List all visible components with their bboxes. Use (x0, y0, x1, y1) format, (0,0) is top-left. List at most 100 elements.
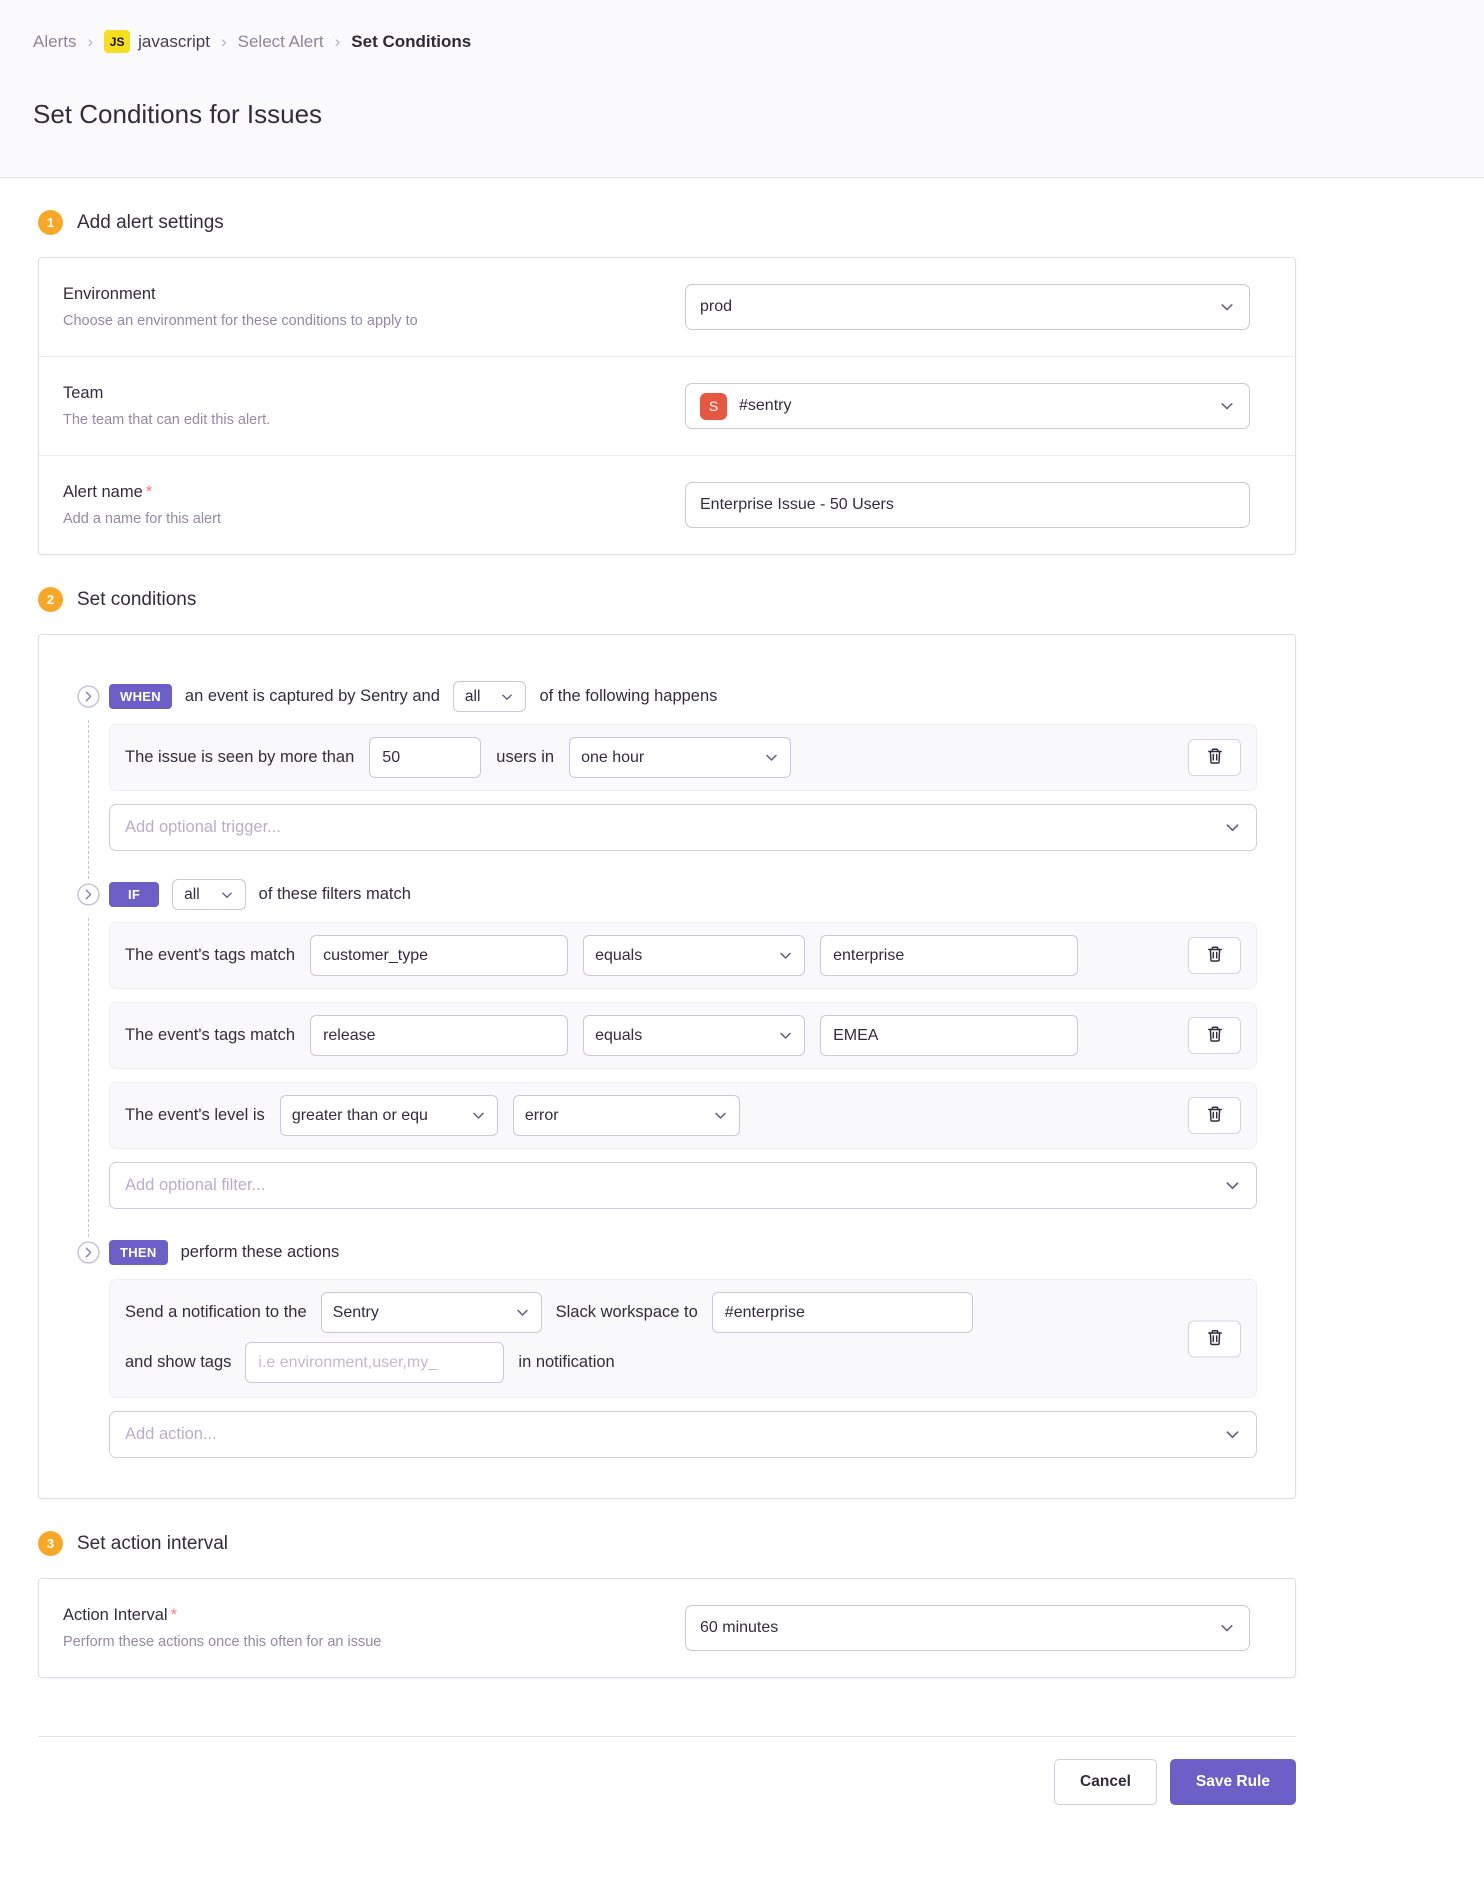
footer-actions: Cancel Save Rule (38, 1759, 1296, 1805)
level-operator-value: greater than or equ (292, 1107, 428, 1125)
trash-icon (1206, 1105, 1224, 1126)
action-interval-row-text: Action Interval* Perform these actions o… (63, 1606, 685, 1650)
team-help: The team that can edit this alert. (63, 412, 645, 428)
condition-text: users in (496, 748, 554, 767)
team-select-value: #sentry (739, 397, 791, 415)
chevron-down-icon (1224, 1426, 1241, 1443)
step-connector-line (88, 720, 89, 879)
required-asterisk: * (171, 1606, 177, 1624)
delete-condition-button[interactable] (1188, 739, 1241, 776)
delete-filter-button[interactable] (1188, 1097, 1241, 1134)
chevron-down-icon (500, 690, 514, 704)
tag-value-input[interactable] (820, 935, 1078, 976)
action-text: Slack workspace to (556, 1303, 698, 1322)
filter-text: The event's level is (125, 1106, 265, 1125)
team-label: Team (63, 384, 645, 403)
team-select[interactable]: S #sentry (685, 383, 1250, 429)
tag-key-input[interactable] (310, 1015, 568, 1056)
tag-value-input[interactable] (820, 1015, 1078, 1056)
when-heading: WHEN an event is captured by Sentry and … (109, 681, 1257, 712)
condition-text: The issue is seen by more than (125, 748, 354, 767)
action-line-1: Send a notification to the Sentry Slack … (125, 1292, 1241, 1333)
team-row-text: Team The team that can edit this alert. (63, 384, 685, 428)
chevron-down-icon (1224, 819, 1241, 836)
environment-row-text: Environment Choose an environment for th… (63, 285, 685, 329)
chevron-down-icon (515, 1305, 530, 1320)
main-content: 1 Add alert settings Environment Choose … (0, 210, 1334, 1847)
level-value-select[interactable]: error (513, 1095, 740, 1136)
chevron-down-icon (1219, 1620, 1235, 1636)
alert-name-help: Add a name for this alert (63, 511, 645, 527)
action-interval-value: 60 minutes (700, 1619, 778, 1637)
add-filter-placeholder: Add optional filter... (125, 1176, 265, 1195)
workspace-select[interactable]: Sentry (321, 1292, 542, 1333)
add-trigger-select[interactable]: Add optional trigger... (109, 804, 1257, 851)
chevron-down-icon (764, 750, 779, 765)
environment-label: Environment (63, 285, 645, 304)
add-filter-select[interactable]: Add optional filter... (109, 1162, 1257, 1209)
chevron-down-icon (220, 888, 234, 902)
trash-icon (1206, 945, 1224, 966)
when-badge: WHEN (109, 684, 172, 709)
if-rail (67, 879, 109, 1237)
alert-name-row: Alert name* Add a name for this alert (39, 456, 1295, 554)
action-line-2: and show tags in notification (125, 1342, 1241, 1383)
alert-settings-card: Environment Choose an environment for th… (38, 257, 1296, 555)
tag-operator-select[interactable]: equals (583, 1015, 805, 1056)
user-count-input[interactable] (369, 737, 481, 778)
page-header: Alerts › JS javascript › Select Alert › … (0, 0, 1484, 178)
section-header-action-interval: 3 Set action interval (38, 1531, 1334, 1556)
if-block: IF all of these filters match The event'… (67, 879, 1257, 1237)
breadcrumb-separator: › (221, 32, 227, 52)
workspace-value: Sentry (333, 1304, 379, 1322)
slack-channel-input[interactable] (712, 1292, 973, 1333)
when-text-before: an event is captured by Sentry and (185, 687, 440, 706)
chevron-down-icon (471, 1108, 486, 1123)
chevron-down-icon (1219, 299, 1235, 315)
action-interval-label: Action Interval* (63, 1606, 645, 1625)
section-header-set-conditions: 2 Set conditions (38, 587, 1334, 612)
tag-operator-select[interactable]: equals (583, 935, 805, 976)
tag-operator-value: equals (595, 947, 642, 965)
trash-icon (1206, 1025, 1224, 1046)
chevron-down-icon (1224, 1177, 1241, 1194)
breadcrumb-alerts-link[interactable]: Alerts (33, 32, 76, 52)
level-operator-select[interactable]: greater than or equ (280, 1095, 498, 1136)
show-tags-input[interactable] (245, 1342, 504, 1383)
when-rail (67, 681, 109, 879)
breadcrumb-project-link[interactable]: JS javascript (104, 30, 210, 53)
alert-name-row-text: Alert name* Add a name for this alert (63, 483, 685, 527)
collapse-chevron-icon[interactable] (77, 685, 100, 713)
chevron-down-icon (713, 1108, 728, 1123)
environment-row: Environment Choose an environment for th… (39, 258, 1295, 357)
delete-filter-button[interactable] (1188, 937, 1241, 974)
cancel-button[interactable]: Cancel (1054, 1759, 1157, 1805)
level-filter-row: The event's level is greater than or equ… (109, 1082, 1257, 1149)
add-action-select[interactable]: Add action... (109, 1411, 1257, 1458)
trash-icon (1206, 747, 1224, 768)
step-connector-line (88, 918, 89, 1237)
team-row: Team The team that can edit this alert. … (39, 357, 1295, 456)
delete-action-button[interactable] (1188, 1320, 1241, 1357)
action-interval-select[interactable]: 60 minutes (685, 1605, 1250, 1651)
breadcrumb-select-alert-link[interactable]: Select Alert (238, 32, 324, 52)
then-block: THEN perform these actions Send a notifi… (67, 1237, 1257, 1458)
collapse-chevron-icon[interactable] (77, 1241, 100, 1269)
when-block: WHEN an event is captured by Sentry and … (67, 681, 1257, 879)
time-interval-value: one hour (581, 749, 644, 767)
if-match-select[interactable]: all (172, 879, 246, 910)
collapse-chevron-icon[interactable] (77, 883, 100, 911)
alert-name-input[interactable] (685, 482, 1250, 528)
if-text-after: of these filters match (259, 885, 411, 904)
tag-key-input[interactable] (310, 935, 568, 976)
time-interval-select[interactable]: one hour (569, 737, 791, 778)
save-rule-button[interactable]: Save Rule (1170, 1759, 1296, 1805)
breadcrumb-current: Set Conditions (351, 32, 471, 52)
when-match-select[interactable]: all (453, 681, 527, 712)
when-match-value: all (465, 688, 481, 706)
environment-select[interactable]: prod (685, 284, 1250, 330)
level-value: error (525, 1107, 559, 1125)
step-number-badge: 1 (38, 210, 63, 235)
section-title: Add alert settings (77, 212, 224, 234)
delete-filter-button[interactable] (1188, 1017, 1241, 1054)
